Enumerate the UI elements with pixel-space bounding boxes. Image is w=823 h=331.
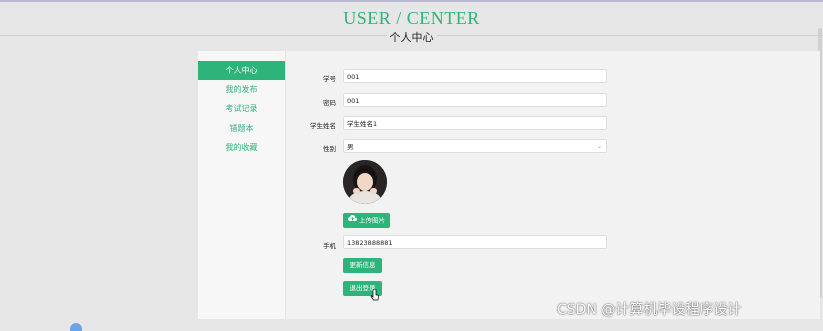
student-id-field[interactable]: 001 bbox=[343, 69, 607, 83]
sidebar-item-my-posts[interactable]: 我的发布 bbox=[198, 80, 285, 99]
upload-image-button[interactable]: 上传图片 bbox=[343, 213, 390, 228]
avatar bbox=[343, 160, 387, 204]
sidebar-item-personal-center[interactable]: 个人中心 bbox=[198, 61, 285, 80]
phone-field[interactable]: 13823888881 bbox=[343, 235, 607, 249]
gender-select[interactable]: 男 ⌄ bbox=[343, 139, 607, 153]
student-id-label: 学号 bbox=[323, 75, 336, 83]
chevron-down-icon: ⌄ bbox=[596, 143, 602, 150]
gender-value: 男 bbox=[347, 143, 354, 151]
update-info-button[interactable]: 更新信息 bbox=[343, 258, 382, 273]
upload-image-label: 上传图片 bbox=[359, 216, 385, 225]
password-field[interactable]: 001 bbox=[343, 93, 607, 107]
top-border bbox=[0, 0, 823, 2]
user-center-panel: 个人中心 我的发布 考试记录 错题本 我的收藏 学号 001 密码 001 学生… bbox=[198, 51, 820, 319]
mouse-cursor-icon bbox=[370, 286, 380, 301]
cloud-upload-icon bbox=[348, 213, 357, 228]
page-subtitle-text: 个人中心 bbox=[386, 31, 437, 44]
watermark: CSDN @计算机毕设程序设计 bbox=[557, 302, 742, 318]
phone-label: 手机 bbox=[323, 242, 336, 250]
sidebar-item-wrong-questions[interactable]: 错题本 bbox=[198, 119, 285, 138]
student-name-label: 学生姓名 bbox=[310, 122, 336, 130]
gender-label: 性别 bbox=[323, 145, 336, 153]
sidebar: 个人中心 我的发布 考试记录 错题本 我的收藏 bbox=[198, 51, 286, 319]
profile-form: 学号 001 密码 001 学生姓名 学生姓名1 性别 男 ⌄ 上传图片 手机 … bbox=[286, 51, 820, 319]
student-name-field[interactable]: 学生姓名1 bbox=[343, 116, 607, 130]
page-subtitle: 个人中心 bbox=[0, 29, 823, 45]
taskbar-icon bbox=[70, 323, 82, 331]
sidebar-item-my-favorites[interactable]: 我的收藏 bbox=[198, 138, 285, 157]
page-title: USER / CENTER bbox=[343, 8, 480, 28]
password-label: 密码 bbox=[323, 99, 336, 107]
sidebar-item-exam-records[interactable]: 考试记录 bbox=[198, 99, 285, 118]
